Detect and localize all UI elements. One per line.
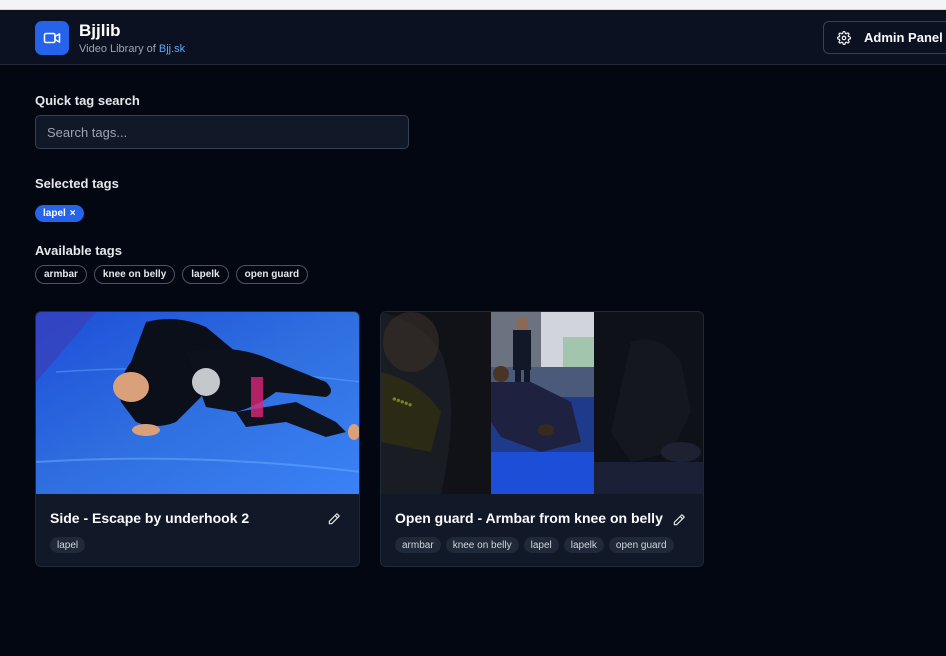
edit-video-button[interactable] [671,512,687,528]
selected-tags-label: Selected tags [35,176,119,191]
available-tags-list: armbar knee on belly lapelk open guard [35,265,309,284]
video-tag-chip[interactable]: open guard [608,537,674,553]
video-tags: lapel [50,537,86,553]
tag-search-input[interactable] [35,115,409,149]
video-title[interactable]: Open guard - Armbar from knee on belly [395,510,663,526]
thumbnail-image [36,312,359,494]
app-title: Bjjlib [79,21,121,40]
video-tag-chip[interactable]: lapelk [563,537,604,553]
video-thumbnail[interactable]: ••••• [381,312,703,494]
quick-tag-search-label: Quick tag search [35,93,140,108]
video-tag-chip[interactable]: lapel [50,537,86,553]
app-header: Bjjlib Video Library of Bjj.sk Admin Pan… [0,10,946,65]
available-tag-chip[interactable]: armbar [35,265,87,284]
app-logo[interactable] [35,21,69,55]
thumbnail-image: ••••• [381,312,703,494]
video-title[interactable]: Side - Escape by underhook 2 [50,510,249,526]
video-thumbnail[interactable] [36,312,359,494]
available-tag-chip[interactable]: lapelk [182,265,229,284]
video-camera-icon [43,32,61,44]
admin-panel-button[interactable]: Admin Panel [823,21,946,54]
video-tags: armbar knee on belly lapel lapelk open g… [395,537,674,553]
app-subtitle: Video Library of Bjj.sk [79,43,185,55]
edit-video-button[interactable] [326,511,342,527]
selected-tag-chip[interactable]: lapel × [35,205,84,222]
selected-tag-label: lapel [43,208,66,219]
available-tags-label: Available tags [35,243,122,258]
gear-icon [837,30,851,45]
available-tag-chip[interactable]: open guard [235,265,309,284]
video-card[interactable]: ••••• Open guard - Armbar from knee on b… [380,311,704,567]
subtitle-text: Video Library of [79,43,159,55]
browser-chrome-strip [0,0,946,10]
pencil-icon [328,513,340,525]
pencil-icon [673,514,685,526]
bjj-sk-link[interactable]: Bjj.sk [159,43,185,55]
remove-tag-icon[interactable]: × [70,208,76,219]
available-tag-chip[interactable]: knee on belly [93,265,176,284]
video-tag-chip[interactable]: armbar [395,537,441,553]
video-tag-chip[interactable]: knee on belly [445,537,519,553]
admin-panel-label: Admin Panel [864,30,943,45]
video-card[interactable]: Side - Escape by underhook 2 lapel [35,311,360,567]
video-tag-chip[interactable]: lapel [523,537,559,553]
